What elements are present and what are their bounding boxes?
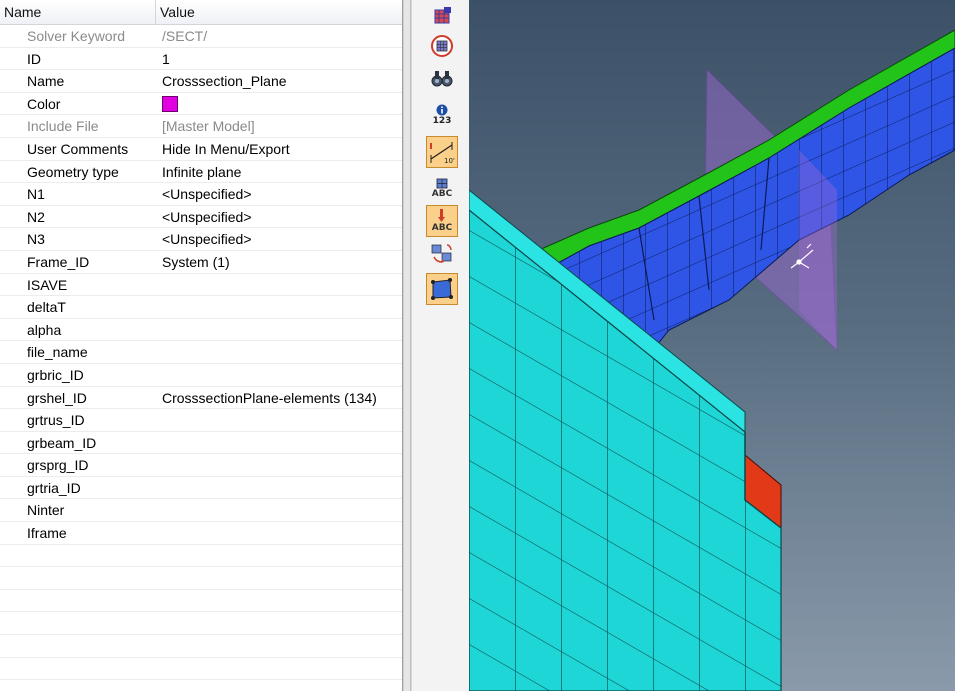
- panel-splitter[interactable]: [403, 0, 411, 691]
- property-row[interactable]: Include File [Master Model]: [0, 115, 402, 138]
- property-value[interactable]: /SECT/: [162, 28, 207, 44]
- property-row[interactable]: Ninter: [0, 499, 402, 523]
- property-value[interactable]: Infinite plane: [162, 164, 241, 180]
- property-rows: Solver Keyword/SECT/ID 1 Name Crosssection_…: [0, 25, 402, 681]
- property-value[interactable]: System (1): [162, 254, 230, 270]
- empty-row: [0, 545, 402, 568]
- property-row[interactable]: User Comments Hide In Menu/Export: [0, 138, 402, 161]
- property-row[interactable]: Name Crosssection_Plane: [0, 70, 402, 93]
- property-row[interactable]: grsprg_ID: [0, 454, 402, 477]
- mesh-sphere-button[interactable]: [426, 32, 458, 60]
- move-nodes-icon: [431, 244, 452, 263]
- find-button[interactable]: [426, 64, 458, 92]
- property-name: alpha: [27, 321, 62, 338]
- property-row[interactable]: alpha: [0, 319, 402, 342]
- abc-label-icon: [436, 178, 448, 188]
- property-name: grtria_ID: [27, 479, 81, 496]
- property-row[interactable]: grshel_ID CrosssectionPlane-elements (134…: [0, 387, 402, 410]
- empty-row: [0, 612, 402, 636]
- property-value[interactable]: [Master Model]: [162, 118, 255, 134]
- property-row[interactable]: Frame_ID System (1): [0, 251, 402, 274]
- property-row[interactable]: ISAVE: [0, 274, 402, 297]
- table-header: Name Value: [0, 0, 402, 25]
- property-name: Frame_ID: [27, 253, 90, 270]
- property-row[interactable]: file_name: [0, 341, 402, 364]
- property-value[interactable]: Crosssection_Plane: [162, 73, 287, 89]
- property-row[interactable]: Solver Keyword/SECT/: [0, 25, 402, 48]
- property-name: Include File: [27, 118, 99, 135]
- property-name: deltaT: [27, 299, 66, 316]
- property-value[interactable]: <Unspecified>: [162, 209, 252, 225]
- property-name: grbeam_ID: [27, 434, 97, 451]
- property-name: N2: [27, 208, 45, 225]
- component-color-button[interactable]: [426, 2, 458, 30]
- property-name: Ninter: [27, 502, 65, 519]
- property-name: grsprg_ID: [27, 457, 89, 474]
- property-value[interactable]: Hide In Menu/Export: [162, 141, 290, 157]
- property-name: Iframe: [27, 525, 67, 542]
- property-row[interactable]: Geometry type Infinite plane: [0, 161, 402, 184]
- empty-row: [0, 658, 402, 681]
- vertical-toolbar: 123 10' ABC ABC: [411, 0, 470, 691]
- empty-row: [0, 590, 402, 613]
- property-value[interactable]: 1: [162, 51, 170, 67]
- property-row[interactable]: grbric_ID: [0, 364, 402, 387]
- plane-box-button[interactable]: [426, 273, 458, 305]
- measure-button[interactable]: 10': [426, 136, 458, 168]
- label-button[interactable]: ABC: [426, 172, 458, 204]
- property-name: Geometry type: [27, 163, 119, 180]
- value-column-header[interactable]: Value: [160, 4, 195, 20]
- model-view[interactable]: [469, 0, 955, 691]
- marker-button[interactable]: ABC: [426, 205, 458, 237]
- property-name: ID: [27, 50, 41, 67]
- plane-box-icon: [431, 278, 453, 300]
- abc-marker-icon: [438, 209, 445, 222]
- property-name: User Comments: [27, 140, 129, 157]
- property-name: Solver Keyword: [27, 28, 126, 44]
- measure-scale-icon: 10': [430, 142, 455, 165]
- property-name: N3: [27, 231, 45, 248]
- property-name: grshel_ID: [27, 389, 87, 406]
- property-row[interactable]: grtria_ID: [0, 477, 402, 500]
- empty-row: [0, 567, 402, 590]
- property-row[interactable]: N2 <Unspecified>: [0, 206, 402, 229]
- color-swatch[interactable]: [162, 95, 178, 112]
- abc-marker-text: ABC: [431, 223, 453, 233]
- property-row[interactable]: Iframe: [0, 522, 402, 545]
- info-123-text: 123: [432, 116, 452, 126]
- properties-panel: Name Value Solver Keyword/SECT/ID 1 Name Cr…: [0, 0, 403, 691]
- property-value[interactable]: CrosssectionPlane-elements (134): [162, 390, 377, 406]
- empty-row: [0, 635, 402, 658]
- property-name: Name: [27, 73, 65, 90]
- component-color-icon: [434, 7, 451, 24]
- property-row[interactable]: N3 <Unspecified>: [0, 228, 402, 251]
- move-nodes-button[interactable]: [426, 240, 458, 268]
- property-row[interactable]: N1 <Unspecified>: [0, 183, 402, 206]
- info-button[interactable]: 123: [426, 98, 458, 132]
- abc-label-text: ABC: [431, 188, 453, 199]
- column-divider[interactable]: [155, 0, 156, 24]
- svg-text:10': 10': [444, 157, 455, 165]
- property-row[interactable]: deltaT: [0, 296, 402, 319]
- name-column-header[interactable]: Name: [4, 4, 41, 20]
- property-row[interactable]: grbeam_ID: [0, 432, 402, 455]
- graphics-viewport[interactable]: [469, 0, 955, 691]
- property-name: N1: [27, 186, 45, 203]
- property-row[interactable]: grtrus_ID: [0, 409, 402, 432]
- property-name: ISAVE: [27, 276, 68, 293]
- property-value[interactable]: <Unspecified>: [162, 231, 252, 247]
- property-value[interactable]: <Unspecified>: [162, 186, 252, 202]
- binoculars-icon: [431, 71, 453, 87]
- mesh-sphere-icon: [431, 35, 453, 57]
- property-name: file_name: [27, 344, 88, 361]
- property-row[interactable]: ID 1: [0, 48, 402, 71]
- property-name: Color: [27, 95, 61, 112]
- property-name: grbric_ID: [27, 366, 84, 383]
- property-row[interactable]: Color: [0, 93, 402, 116]
- info-123-icon: [436, 104, 448, 116]
- property-name: grtrus_ID: [27, 412, 85, 429]
